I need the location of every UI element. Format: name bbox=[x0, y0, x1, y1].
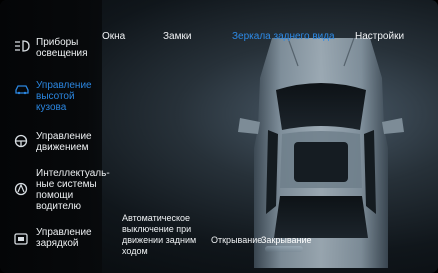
tab-settings[interactable]: Настройки bbox=[355, 31, 404, 42]
car-height-icon bbox=[14, 83, 30, 95]
tab-windows[interactable]: Окна bbox=[102, 31, 125, 42]
sidebar-item-body-height[interactable]: Управление высотой кузова bbox=[14, 80, 104, 113]
close-mirrors-button[interactable]: Закрывание bbox=[260, 233, 313, 247]
steering-wheel-icon bbox=[14, 134, 30, 148]
reverse-auto-off-label: Автоматическое выключение при движении з… bbox=[122, 213, 197, 256]
selected-option-indicator bbox=[265, 246, 303, 252]
driver-assist-icon bbox=[14, 182, 30, 196]
charging-icon bbox=[14, 233, 30, 245]
sidebar-item-label: Управление высотой кузова bbox=[36, 80, 92, 113]
sidebar-item-label: Интеллектуаль-ные системы помощи водител… bbox=[36, 168, 110, 212]
sidebar-item-charging[interactable]: Управление зарядкой bbox=[14, 227, 104, 249]
sidebar-item-lighting[interactable]: Приборы освещения bbox=[14, 37, 104, 59]
sidebar-item-label: Управление зарядкой bbox=[36, 227, 92, 249]
open-mirrors-button[interactable]: Открывание bbox=[210, 233, 263, 247]
headlight-icon bbox=[14, 40, 30, 52]
sidebar-item-label: Управление движением bbox=[36, 131, 92, 153]
sidebar-item-driving-control[interactable]: Управление движением bbox=[14, 131, 104, 153]
sidebar: Приборы освещения Управление высотой куз… bbox=[0, 0, 110, 273]
tab-rear-mirrors[interactable]: Зеркала заднего вида bbox=[232, 31, 335, 42]
screen: Приборы освещения Управление высотой куз… bbox=[0, 0, 438, 273]
sidebar-item-driver-assist[interactable]: Интеллектуаль-ные системы помощи водител… bbox=[14, 168, 110, 212]
sidebar-item-label: Приборы освещения bbox=[36, 37, 88, 59]
tab-locks[interactable]: Замки bbox=[163, 31, 191, 42]
